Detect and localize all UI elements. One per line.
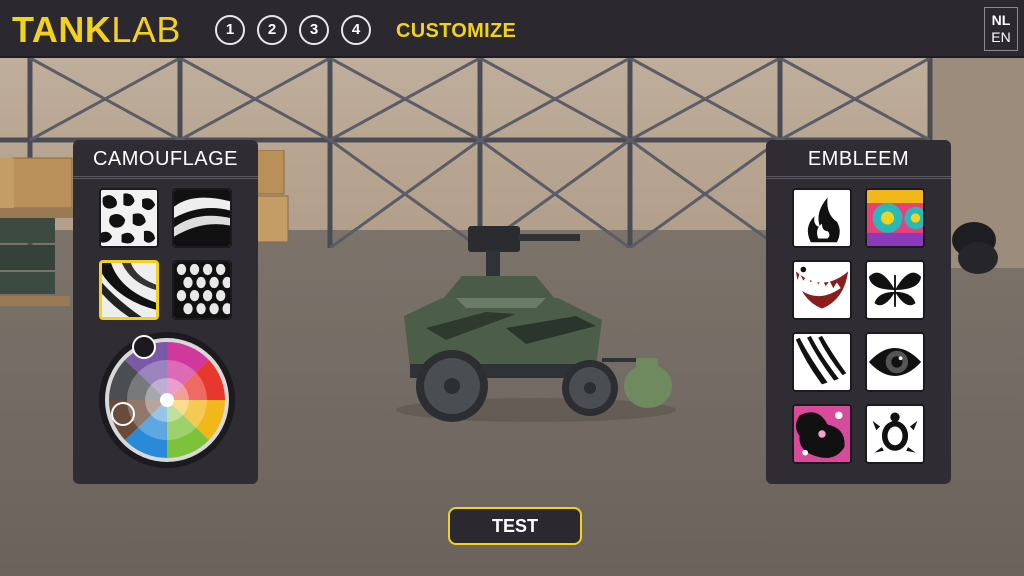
camo-scales-icon <box>174 262 230 318</box>
eye-emblem-icon <box>867 334 923 390</box>
splatter-emblem-icon <box>794 406 850 462</box>
lang-en-option[interactable]: EN <box>985 29 1017 46</box>
camouflage-title: CAMOUFLAGE <box>92 148 239 170</box>
emblem-psychedelic-tile[interactable] <box>865 188 925 248</box>
panel-divider <box>766 176 951 179</box>
test-button[interactable]: TEST <box>448 507 582 545</box>
emblem-eye-tile[interactable] <box>865 332 925 392</box>
tank-model <box>396 226 676 422</box>
camo-stripes-tile[interactable] <box>99 260 159 320</box>
camo-scales-tile[interactable] <box>172 260 232 320</box>
color-wheel-icon[interactable] <box>97 330 237 470</box>
step-1-button[interactable]: 1 <box>215 15 245 45</box>
flame-emblem-icon <box>794 190 850 246</box>
emblem-claw-tile[interactable] <box>792 332 852 392</box>
emblem-splatter-tile[interactable] <box>792 404 852 464</box>
shark-teeth-emblem-icon <box>794 262 850 318</box>
emblem-panel: EMBLEEM <box>766 140 951 484</box>
butterfly-emblem-icon <box>867 262 923 318</box>
crates-right <box>256 150 289 243</box>
step-2-button[interactable]: 2 <box>257 15 287 45</box>
tires-stack <box>952 222 998 274</box>
emblem-turtle-tile[interactable] <box>865 404 925 464</box>
step-4-button[interactable]: 4 <box>341 15 371 45</box>
claw-scratch-emblem-icon <box>794 334 850 390</box>
camo-spots-icon <box>101 190 157 246</box>
current-step-label: CUSTOMIZE <box>396 20 517 42</box>
emblem-shark-teeth-tile[interactable] <box>792 260 852 320</box>
camo-waves-tile[interactable] <box>172 188 232 248</box>
step-3-button[interactable]: 3 <box>299 15 329 45</box>
app-logo: TANKLAB <box>12 9 181 50</box>
emblem-flame-tile[interactable] <box>792 188 852 248</box>
lang-nl-option[interactable]: NL <box>985 12 1017 29</box>
top-bar: TANKLAB 1 2 3 4 CUSTOMIZE NL EN <box>0 0 1024 58</box>
psychedelic-eyes-emblem-icon <box>867 190 923 246</box>
language-switcher: NL EN <box>984 7 1018 51</box>
camo-spots-tile[interactable] <box>99 188 159 248</box>
crates-pallet <box>0 157 80 306</box>
emblem-title: EMBLEEM <box>807 148 910 170</box>
camouflage-panel: CAMOUFLAGE <box>73 140 258 484</box>
panel-divider <box>73 176 258 179</box>
camo-stripes-icon <box>102 263 156 317</box>
camo-waves-icon <box>174 190 230 246</box>
emblem-butterfly-tile[interactable] <box>865 260 925 320</box>
turtle-emblem-icon <box>867 406 923 462</box>
